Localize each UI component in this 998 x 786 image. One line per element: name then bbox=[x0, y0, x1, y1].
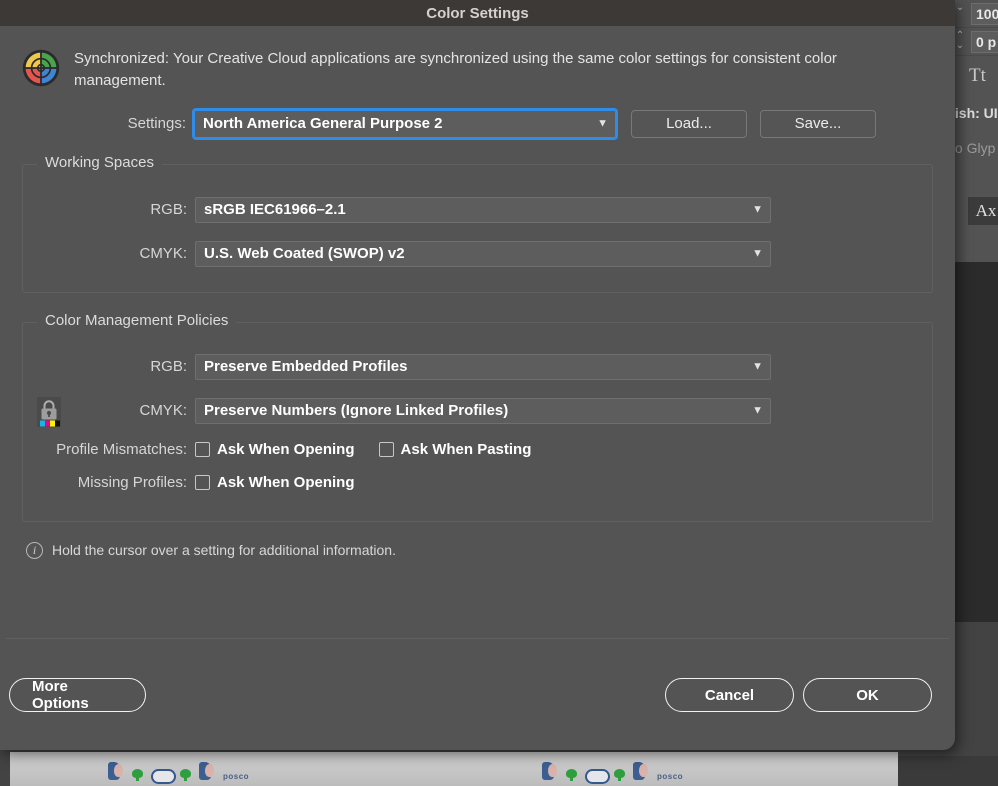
sync-status-text: Synchronized: Your Creative Cloud applic… bbox=[74, 50, 837, 89]
working-space-rgb-label: RGB: bbox=[150, 201, 187, 218]
lock-cmyk-icon bbox=[34, 396, 64, 428]
policy-cmyk-select[interactable]: Preserve Numbers (Ignore Linked Profiles… bbox=[195, 397, 771, 424]
color-settings-dialog: Color Settings Synchronized: Your Creati… bbox=[0, 0, 955, 750]
working-space-cmyk-row: CMYK: U.S. Web Coated (SWOP) v2 ▼ bbox=[23, 240, 932, 267]
working-space-rgb-select[interactable]: sRGB IEC61966–2.1 ▼ bbox=[195, 196, 771, 223]
working-space-cmyk-select[interactable]: U.S. Web Coated (SWOP) v2 ▼ bbox=[195, 240, 771, 267]
working-space-rgb-row: RGB: sRGB IEC61966–2.1 ▼ bbox=[23, 196, 932, 223]
cloud-icon bbox=[151, 767, 176, 784]
language-row: lish: UI bbox=[951, 105, 998, 121]
policy-cmyk-value: Preserve Numbers (Ignore Linked Profiles… bbox=[204, 402, 509, 419]
chevron-down-icon: ▼ bbox=[752, 360, 763, 372]
screen: ⌄ 100 ⌃ ⌄ 0 p Tt lish: UI to Glyp Ax posc… bbox=[0, 0, 998, 786]
ask-when-opening-mismatch-checkbox[interactable]: Ask When Opening bbox=[195, 441, 355, 458]
settings-preset-select[interactable]: North America General Purpose 2 ▼ bbox=[192, 107, 618, 140]
working-space-cmyk-value: U.S. Web Coated (SWOP) v2 bbox=[204, 245, 405, 262]
ask-when-opening-missing-checkbox[interactable]: Ask When Opening bbox=[195, 474, 355, 491]
tt-icon[interactable]: Tt bbox=[949, 56, 998, 96]
policy-rgb-value: Preserve Embedded Profiles bbox=[204, 358, 408, 375]
clover-icon bbox=[566, 769, 578, 781]
chevron-down-icon: ▼ bbox=[752, 203, 763, 215]
missing-profiles-label: Missing Profiles: bbox=[77, 473, 187, 491]
ax-button[interactable]: Ax bbox=[967, 196, 998, 226]
artwork-group-right: posco bbox=[542, 760, 684, 784]
hint-text: Hold the cursor over a setting for addit… bbox=[52, 542, 396, 558]
color-management-policies-group: Color Management Policies RGB: Preserve … bbox=[22, 311, 933, 522]
chevron-down-icon[interactable]: ⌄ bbox=[953, 3, 967, 13]
cancel-button[interactable]: Cancel bbox=[665, 678, 794, 712]
ask-when-pasting-label: Ask When Pasting bbox=[400, 440, 532, 458]
policy-cmyk-row: CMYK: Preserve Numbers (Ignore Linked Pr… bbox=[23, 397, 932, 424]
sync-status: Synchronized: Your Creative Cloud applic… bbox=[22, 47, 929, 92]
tracking-row[interactable]: ⌄ 100 bbox=[949, 0, 998, 28]
settings-label: Settings: bbox=[127, 115, 186, 132]
settings-preset-value: North America General Purpose 2 bbox=[203, 115, 443, 132]
figure-icon bbox=[108, 760, 125, 782]
settings-row: Settings: North America General Purpose … bbox=[16, 107, 939, 140]
missing-profiles-row: Missing Profiles: Ask When Opening bbox=[23, 474, 932, 491]
chevron-down-icon: ▼ bbox=[752, 247, 763, 259]
checkbox-box[interactable] bbox=[195, 474, 210, 490]
policy-rgb-label: RGB: bbox=[150, 358, 187, 375]
policy-rgb-select[interactable]: Preserve Embedded Profiles ▼ bbox=[195, 353, 771, 380]
working-space-rgb-value: sRGB IEC61966–2.1 bbox=[204, 201, 346, 218]
watermark-label: posco bbox=[657, 772, 684, 781]
stepper-arrows-icon[interactable]: ⌃ ⌄ bbox=[953, 31, 967, 51]
color-management-policies-title: Color Management Policies bbox=[37, 311, 237, 329]
dialog-footer: More Options Cancel OK bbox=[0, 638, 955, 750]
artwork-group-left: posco bbox=[108, 760, 250, 784]
footer-separator bbox=[6, 638, 949, 639]
character-panel: ⌄ 100 ⌃ ⌄ 0 p Tt lish: UI to Glyp Ax bbox=[948, 0, 998, 262]
color-wheel-icon bbox=[22, 49, 60, 87]
ask-when-opening-mismatch-label: Ask When Opening bbox=[217, 440, 355, 458]
watermark-label: posco bbox=[223, 772, 250, 781]
ask-when-opening-missing-label: Ask When Opening bbox=[217, 473, 355, 491]
working-spaces-title: Working Spaces bbox=[37, 153, 162, 171]
dialog-titlebar: Color Settings bbox=[0, 0, 955, 26]
hint-bar: i Hold the cursor over a setting for add… bbox=[26, 541, 939, 559]
ok-button[interactable]: OK bbox=[803, 678, 932, 712]
dialog-title: Color Settings bbox=[426, 4, 529, 22]
clover-icon bbox=[132, 769, 144, 781]
dialog-body: Synchronized: Your Creative Cloud applic… bbox=[0, 47, 955, 559]
info-icon: i bbox=[26, 541, 43, 559]
kerning-row[interactable]: ⌃ ⌄ 0 p bbox=[949, 28, 998, 56]
figure-icon bbox=[199, 760, 216, 782]
tracking-value[interactable]: 100 bbox=[971, 3, 998, 25]
clover-icon bbox=[180, 769, 192, 781]
figure-icon bbox=[542, 760, 559, 782]
snap-to-glyph-row: to Glyp bbox=[951, 140, 996, 156]
working-space-cmyk-label: CMYK: bbox=[139, 245, 187, 262]
profile-mismatches-row: Profile Mismatches: Ask When Opening Ask… bbox=[23, 441, 932, 458]
canvas-shadow bbox=[898, 756, 998, 786]
document-canvas[interactable]: posco posco bbox=[10, 752, 898, 786]
load-button[interactable]: Load... bbox=[631, 109, 747, 138]
figure-icon bbox=[633, 760, 650, 782]
more-options-button[interactable]: More Options bbox=[9, 678, 146, 712]
working-spaces-group: Working Spaces RGB: sRGB IEC61966–2.1 ▼ … bbox=[22, 153, 933, 293]
chevron-down-icon: ▼ bbox=[597, 117, 608, 129]
ask-when-pasting-checkbox[interactable]: Ask When Pasting bbox=[378, 440, 532, 458]
panel-dark-strip bbox=[948, 262, 998, 622]
profile-mismatches-label: Profile Mismatches: bbox=[56, 440, 187, 458]
kerning-value[interactable]: 0 p bbox=[971, 31, 998, 53]
chevron-down-icon: ▼ bbox=[752, 404, 763, 416]
policy-rgb-row: RGB: Preserve Embedded Profiles ▼ bbox=[23, 353, 932, 380]
checkbox-box[interactable] bbox=[195, 441, 210, 457]
cloud-icon bbox=[585, 767, 610, 784]
checkbox-box[interactable] bbox=[378, 441, 394, 457]
save-button[interactable]: Save... bbox=[760, 109, 876, 138]
clover-icon bbox=[614, 769, 626, 781]
